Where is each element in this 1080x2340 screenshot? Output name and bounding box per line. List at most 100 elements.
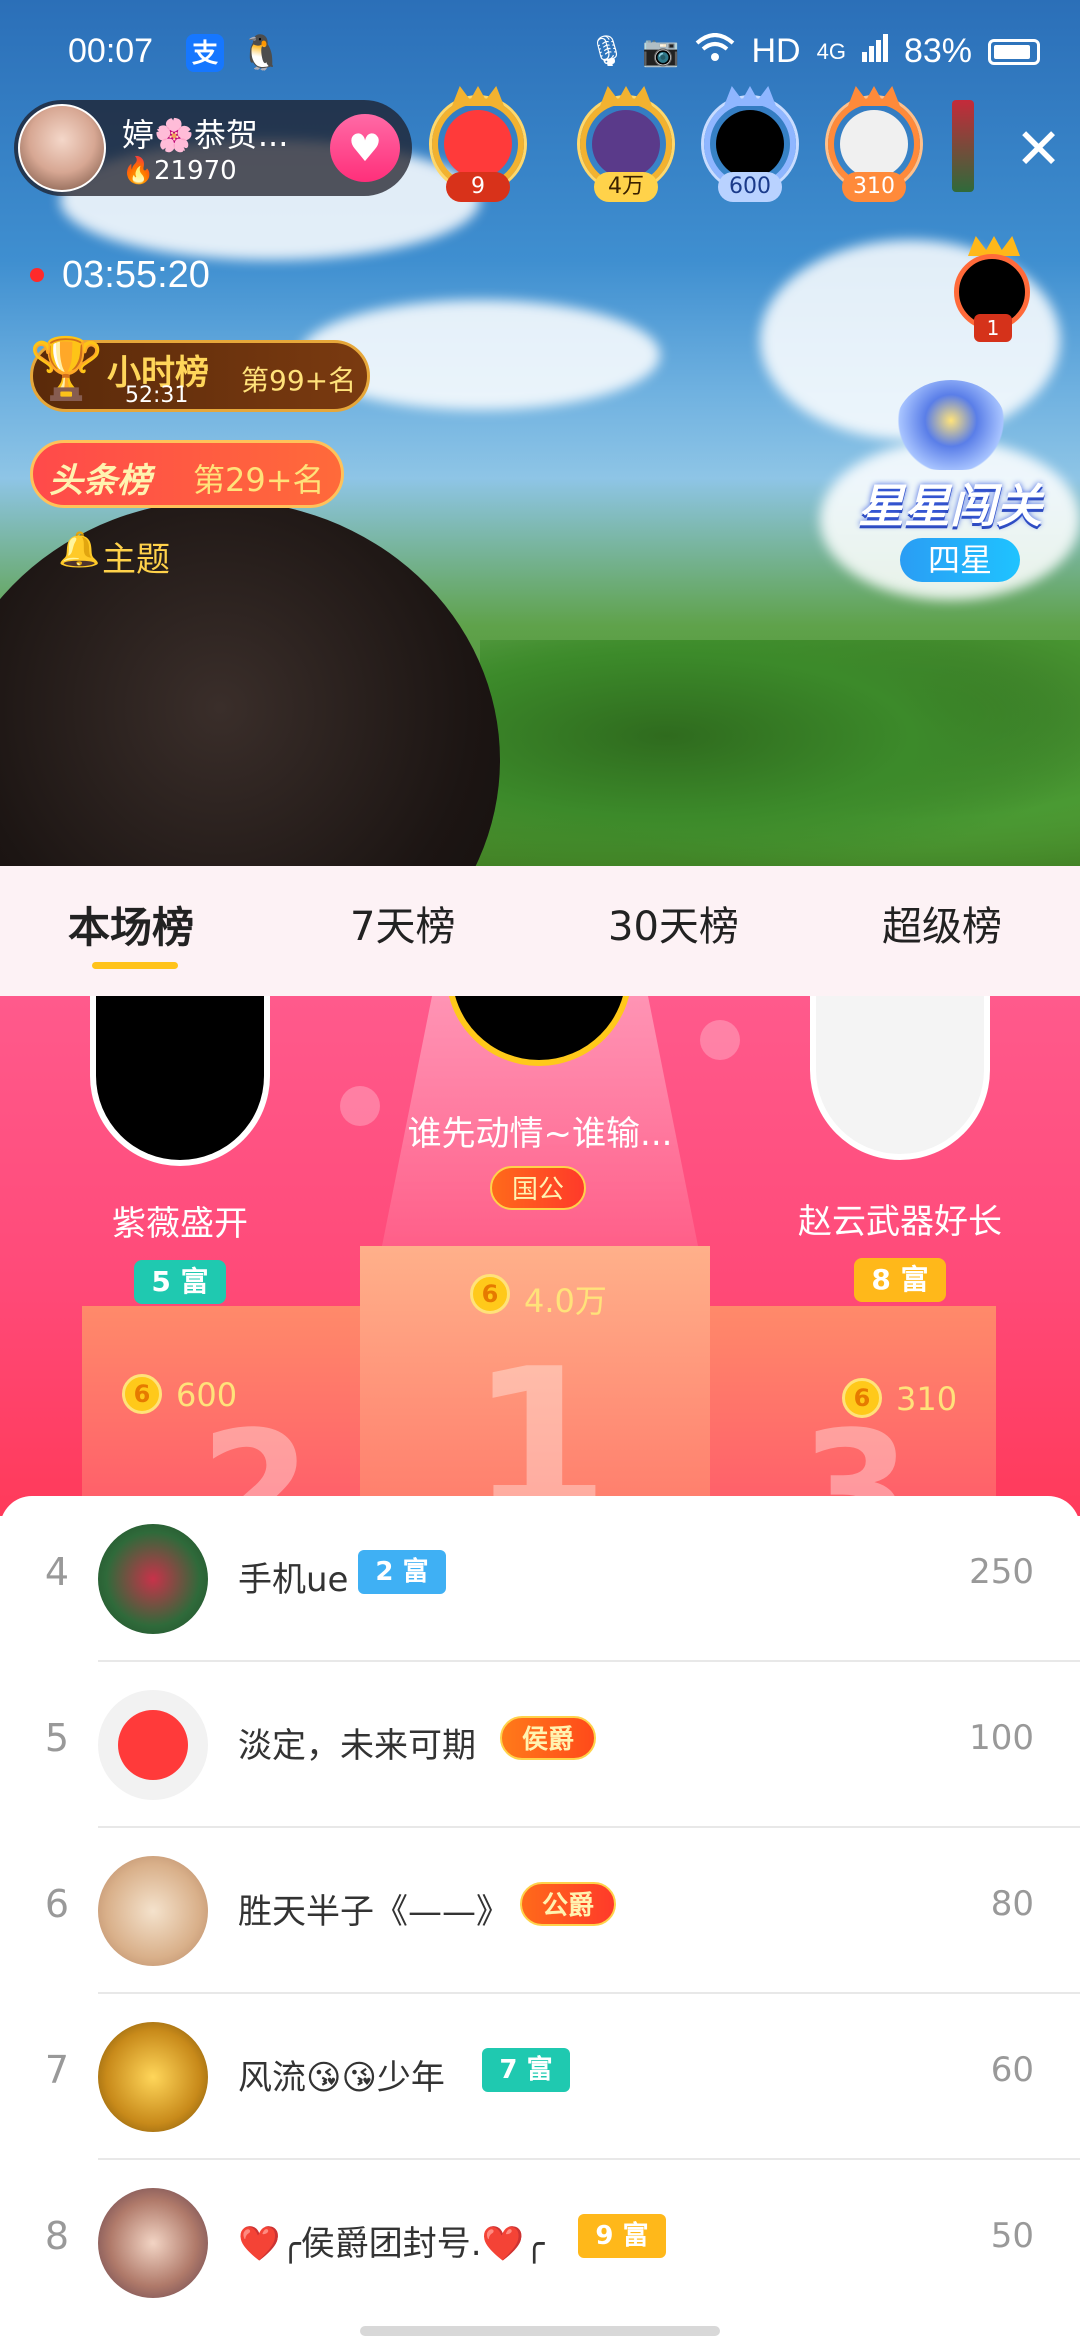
guardian-badge[interactable]: 600 — [698, 86, 802, 202]
tab-30-days[interactable]: 30天榜 — [608, 894, 739, 952]
active-tab-indicator — [92, 962, 178, 969]
badge-count: 4万 — [594, 172, 658, 202]
wealth-badge: 2 富 — [358, 1550, 446, 1594]
badge-count: 9 — [446, 172, 510, 202]
contribution-score: 60 — [990, 2050, 1034, 2090]
follow-heart-button[interactable]: ♥ — [330, 114, 400, 182]
crown-icon — [968, 236, 1020, 256]
status-icons: 🎙 📷 HD 4G 83% — [588, 32, 1040, 71]
trophy-icon: 🏆 — [29, 334, 104, 404]
crown-icon — [452, 86, 504, 106]
topic-label[interactable]: 主题 — [102, 532, 170, 581]
third-place-wealth-badge: 8 富 — [854, 1258, 946, 1302]
tab-super[interactable]: 超级榜 — [882, 894, 1002, 952]
list-item[interactable]: 5 淡定，未来可期 侯爵 100 — [0, 1662, 1080, 1828]
noble-badge: 侯爵 — [500, 1716, 596, 1760]
second-place-name[interactable]: 紫薇盛开 — [60, 1196, 300, 1245]
user-name[interactable]: ❤️╭侯爵团封号.❤️╭ — [238, 2216, 544, 2265]
home-indicator[interactable] — [360, 2326, 720, 2336]
guardian-badge[interactable]: 4万 — [574, 86, 678, 202]
avatar[interactable] — [98, 2022, 208, 2132]
ranking-list: 4 手机ue 2 富 250 5 淡定，未来可期 侯爵 100 6 胜天半子《—… — [0, 1496, 1080, 2340]
hour-rank-button[interactable]: 🏆 小时榜 52:31 第99+名 — [29, 334, 370, 412]
avatar[interactable] — [98, 1524, 208, 1634]
crown-icon — [600, 86, 652, 106]
contribution-score: 100 — [969, 1718, 1034, 1758]
user-name[interactable]: 风流😘😘少年 — [238, 2050, 445, 2099]
headline-rank-title: 头条榜 — [49, 461, 151, 501]
partial-badge[interactable] — [952, 100, 974, 192]
second-place-wealth-badge: 5 富 — [134, 1260, 226, 1304]
third-place-amount: 310 — [896, 1380, 958, 1418]
avatar — [840, 110, 908, 178]
first-place-name[interactable]: 谁先动情~谁输... — [370, 1106, 710, 1155]
top-guardian-number: 1 — [974, 314, 1012, 342]
list-item[interactable]: 6 胜天半子《——》 公爵 80 — [0, 1828, 1080, 1994]
anchor-avatar[interactable] — [18, 104, 106, 192]
wifi-icon — [695, 32, 735, 71]
anchor-heat: 21970 — [154, 156, 237, 186]
mic-icon: 🎙 — [588, 35, 627, 68]
guardian-badge[interactable]: 9 — [426, 86, 530, 202]
live-indicator-dot — [30, 268, 44, 282]
hour-rank-countdown: 52:31 — [125, 383, 189, 408]
camera-icon: 📷 — [642, 35, 680, 68]
guardian-badge[interactable]: 310 — [822, 86, 926, 202]
list-item[interactable]: 8 ❤️╭侯爵团封号.❤️╭ 9 富 50 — [0, 2160, 1080, 2326]
coin-icon: 6 — [470, 1274, 510, 1314]
podium-number-1: 1 — [470, 1326, 610, 1516]
user-name[interactable]: 手机ue — [238, 1552, 348, 1601]
crown-icon — [724, 86, 776, 106]
tab-7-days[interactable]: 7天榜 — [350, 894, 455, 952]
user-name[interactable]: 胜天半子《——》 — [238, 1884, 510, 1933]
bubble — [700, 1020, 740, 1060]
network-indicator: 4G — [816, 38, 846, 64]
avatar — [716, 110, 784, 178]
star-challenge-level: 四星 — [900, 538, 1020, 582]
second-place-avatar[interactable] — [90, 996, 270, 1166]
rank-number: 4 — [44, 1550, 70, 1594]
user-name[interactable]: 淡定，未来可期 — [238, 1718, 476, 1767]
avatar — [592, 110, 660, 178]
wealth-badge: 7 富 — [482, 2048, 570, 2092]
third-place-avatar[interactable] — [810, 996, 990, 1160]
second-place-amount: 600 — [176, 1376, 238, 1414]
rank-tabs: 本场榜 7天榜 30天榜 超级榜 — [0, 866, 1080, 996]
avatar[interactable] — [98, 1690, 208, 1800]
trees — [480, 640, 1080, 870]
star-challenge-widget[interactable]: 星星闯关 四星 — [850, 370, 1050, 590]
avatar[interactable] — [98, 2188, 208, 2298]
contribution-score: 80 — [990, 1884, 1034, 1924]
anchor-info-card[interactable]: 婷🌸恭贺... 🔥 21970 ♥ — [14, 100, 412, 196]
podium: 2 1 3 谁先动情~谁输... 国公 6 4.0万 紫薇盛开 5 富 6 60… — [0, 996, 1080, 1516]
third-place-name[interactable]: 赵云武器好长 — [760, 1194, 1040, 1243]
star-challenge-title: 星星闯关 — [858, 479, 1042, 533]
alipay-icon: 支 — [186, 34, 224, 72]
close-icon[interactable]: ✕ — [1015, 120, 1062, 180]
live-timer: 03:55:20 — [62, 254, 210, 296]
guard-face-icon — [444, 110, 512, 178]
noble-badge: 公爵 — [520, 1882, 616, 1926]
badge-count: 600 — [718, 172, 782, 202]
badge-count: 310 — [842, 172, 906, 202]
battery-icon — [988, 38, 1040, 65]
top-guardian-badge[interactable]: 1 — [946, 236, 1040, 344]
list-item[interactable]: 7 风流😘😘少年 7 富 60 — [0, 1994, 1080, 2160]
headline-rank-button[interactable]: 头条榜 第29+名 — [30, 440, 344, 508]
coin-icon: 6 — [122, 1374, 162, 1414]
list-item[interactable]: 4 手机ue 2 富 250 — [0, 1496, 1080, 1662]
tab-current-session[interactable]: 本场榜 — [68, 894, 194, 955]
crown-icon — [848, 86, 900, 106]
bell-icon[interactable]: 🔔 — [58, 530, 100, 570]
rank-number: 8 — [44, 2214, 70, 2258]
smiley-icon — [118, 1710, 188, 1780]
flame-icon: 🔥 — [122, 156, 155, 186]
avatar[interactable] — [98, 1856, 208, 1966]
first-place-noble-badge: 国公 — [490, 1166, 586, 1210]
rank-number: 7 — [44, 2048, 70, 2092]
qq-icon: 🐧 — [240, 34, 283, 72]
headline-rank-position: 第29+名 — [193, 461, 325, 499]
contribution-score: 50 — [990, 2216, 1034, 2256]
battery-percent: 83% — [903, 32, 972, 70]
star-emblem-icon — [896, 380, 1006, 470]
